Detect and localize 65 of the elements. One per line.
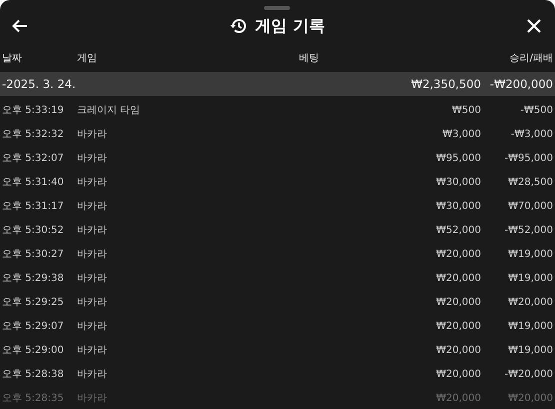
table-cell-text: 오후 5:29:38 (2, 272, 65, 285)
table-cell-text: 바카라 (77, 152, 108, 165)
table-cell-text: 바카라 (77, 248, 108, 261)
table-cell-text: -₩20,000 (504, 368, 553, 380)
table-cell-text: 오후 5:29:07 (2, 320, 65, 333)
table-cell-text: ₩20,000 (435, 344, 481, 356)
table-cell-text: ₩20,000 (507, 392, 553, 404)
table-cell-text: -₩52,000 (504, 224, 553, 236)
table-cell-text: ₩20,000 (435, 272, 481, 284)
table-cell-text: ₩20,000 (435, 368, 481, 380)
table-cell-text: -₩3,000 (510, 128, 553, 140)
table-cell-text: 오후 5:31:40 (2, 176, 65, 189)
table-cell-text: 오후 5:30:52 (2, 224, 65, 237)
window-title: 게임 기록 (255, 16, 325, 36)
group-date: -2025. 3. 24. (2, 77, 77, 91)
table-cell-text: ₩20,000 (435, 392, 481, 404)
table-cell-text: 바카라 (77, 224, 108, 237)
table-cell-text: 오후 5:32:32 (2, 128, 65, 141)
table-cell-text: -₩500 (519, 104, 553, 116)
table-cell-text: ₩28,500 (507, 176, 553, 188)
table-cell-text: 오후 5:28:38 (2, 368, 65, 381)
date-group-row[interactable]: -2025. 3. 24. ₩2,350,500 -₩200,000 (0, 72, 555, 96)
column-header: 날짜 (2, 52, 23, 65)
table-cell-text: ₩19,000 (507, 272, 553, 284)
table-cell-text: ₩52,000 (435, 224, 481, 236)
table-cell-text: ₩20,000 (435, 248, 481, 260)
table-cell-text: 바카라 (77, 272, 108, 285)
close-icon (526, 19, 541, 33)
table-cell-text: ₩95,000 (435, 152, 481, 164)
column-header: 승리/패배 (508, 52, 553, 65)
table-cell-text: 오후 5:29:25 (2, 296, 65, 309)
table-cell-text: 오후 5:31:17 (2, 200, 65, 213)
table-cell-text: 오후 5:33:19 (2, 104, 65, 117)
drag-handle[interactable] (264, 6, 290, 10)
table-cell-text: 바카라 (77, 392, 108, 405)
table-cell-text: ₩500 (451, 104, 481, 116)
table-cell-text: 바카라 (77, 128, 108, 141)
table-cell-text: 바카라 (77, 368, 108, 381)
group-result-total: -₩200,000 (488, 77, 553, 91)
table-cell-text: 크레이지 타임 (77, 104, 142, 117)
table-cell-text: 오후 5:28:35 (2, 392, 65, 405)
table-cell-text: 바카라 (77, 296, 108, 309)
table-cell-text: 바카라 (77, 176, 108, 189)
table-cell-text: ₩20,000 (507, 296, 553, 308)
table-cell-text: ₩70,000 (507, 200, 553, 212)
group-bet-total: ₩2,350,500 (410, 77, 481, 91)
column-header: 게임 (77, 52, 98, 65)
table-cell-text: ₩30,000 (435, 200, 481, 212)
table-cell-text: 오후 5:29:00 (2, 344, 65, 357)
table-cell-text: ₩20,000 (435, 320, 481, 332)
table-cell-text: ₩19,000 (507, 248, 553, 260)
table-cell-text: ₩19,000 (507, 344, 553, 356)
table-cell-text: ₩30,000 (435, 176, 481, 188)
table-cell-text: ₩19,000 (507, 320, 553, 332)
table-cell-text: 바카라 (77, 344, 108, 357)
table-cell-text: 바카라 (77, 200, 108, 213)
history-icon (230, 18, 248, 34)
back-arrow-icon (12, 19, 28, 33)
table-cell-text: ₩20,000 (435, 296, 481, 308)
table-cell-text: 오후 5:30:27 (2, 248, 65, 261)
table-cell-text: 바카라 (77, 320, 108, 333)
table-cell-text: 오후 5:32:07 (2, 152, 65, 165)
table-cell-text: ₩3,000 (441, 128, 481, 140)
table-cell-text: -₩95,000 (504, 152, 553, 164)
column-header: 베팅 (299, 52, 320, 65)
